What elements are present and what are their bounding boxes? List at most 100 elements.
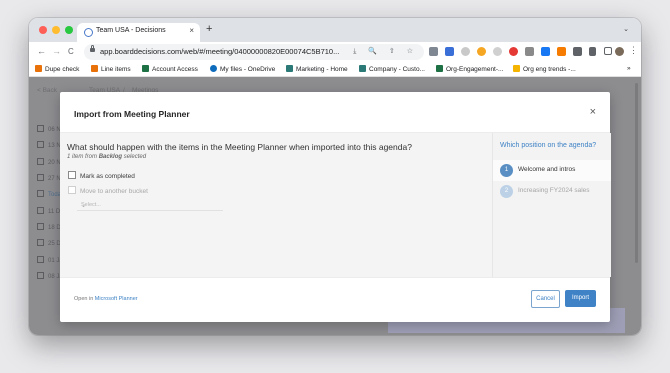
position-label: Welcome and intros — [518, 166, 576, 173]
extension-icon[interactable] — [509, 47, 518, 56]
puzzle-icon[interactable] — [573, 47, 582, 56]
menu-icon[interactable]: ⋮ — [629, 45, 638, 56]
meeting-date: Toda — [37, 190, 61, 198]
meeting-date-label: 25 D — [48, 241, 61, 247]
omnibox-action-icons[interactable]: ⤓ 🔍 ⇧ ☆ — [353, 47, 418, 56]
selection-count: 1 item from — [67, 154, 98, 160]
tab-title: Team USA - Decisions — [96, 27, 166, 34]
selection-summary: 1 item from Backlog selected — [67, 154, 146, 160]
bookmark-dupe-check[interactable]: Dupe check — [35, 65, 79, 73]
meeting-date: 11 D — [37, 207, 60, 215]
extension-icon[interactable] — [461, 47, 470, 56]
forward-icon[interactable]: → — [52, 46, 61, 57]
browser-toolbar: ← → C app.boarddecisions.com/web/#/meeti… — [29, 42, 641, 62]
tab-strip: Team USA - Decisions × + ⌄ — [29, 18, 641, 42]
bookmark-icon — [35, 65, 42, 72]
selection-suffix: selected — [123, 154, 147, 160]
lock-icon[interactable] — [90, 45, 95, 52]
import-dialog: Import from Meeting Planner × What shoul… — [60, 92, 611, 322]
calendar-icon — [37, 272, 44, 279]
bookmark-onedrive[interactable]: My files - OneDrive — [210, 65, 275, 73]
browser-window: Team USA - Decisions × + ⌄ ← → C app.boa… — [29, 18, 641, 335]
agenda-position-item[interactable]: 2 Increasing FY2024 sales — [493, 181, 611, 202]
reload-icon[interactable]: C — [68, 46, 74, 57]
calendar-icon — [37, 125, 44, 132]
calendar-icon — [37, 239, 44, 246]
extension-icon[interactable] — [445, 47, 454, 56]
bookmark-marketing[interactable]: Marketing - Home — [286, 65, 348, 73]
position-label: Increasing FY2024 sales — [518, 187, 590, 194]
mark-completed-option[interactable]: Mark as completed — [68, 171, 135, 180]
zoom-window-button[interactable] — [65, 26, 73, 34]
agenda-position-pane: Which position on the agenda? 1 Welcome … — [492, 133, 611, 277]
extension-icon[interactable] — [477, 47, 486, 56]
position-number: 2 — [500, 185, 513, 198]
tab-close-icon[interactable]: × — [189, 26, 194, 35]
open-in-planner: Open in Microsoft Planner — [74, 296, 138, 302]
bookmark-company[interactable]: Company - Custo... — [359, 65, 425, 73]
microsoft-planner-link[interactable]: Microsoft Planner — [95, 296, 138, 302]
meeting-date-label: 27 N — [48, 176, 61, 182]
cancel-button[interactable]: Cancel — [531, 290, 560, 308]
meeting-date: 08 Ja — [37, 272, 63, 280]
minimize-window-button[interactable] — [52, 26, 60, 34]
sidepanel-icon[interactable] — [604, 47, 612, 55]
import-question: What should happen with the items in the… — [67, 142, 412, 152]
move-bucket-label: Move to another bucket — [80, 188, 148, 195]
camera-icon[interactable] — [525, 47, 534, 56]
browser-tab[interactable]: Team USA - Decisions × — [77, 23, 200, 42]
back-link: < Back — [37, 87, 58, 94]
meeting-date: 25 D — [37, 239, 61, 247]
open-in-prefix: Open in — [74, 296, 94, 302]
position-heading: Which position on the agenda? — [500, 142, 597, 149]
close-window-button[interactable] — [39, 26, 47, 34]
bookmark-line-items[interactable]: Line items — [91, 65, 131, 73]
bookmark-icon — [142, 65, 149, 72]
url-text[interactable]: app.boarddecisions.com/web/#/meeting/040… — [100, 47, 339, 56]
calendar-icon — [37, 190, 44, 197]
calendar-icon — [37, 174, 44, 181]
meeting-date: 20 N — [37, 158, 61, 166]
move-bucket-checkbox[interactable] — [68, 186, 76, 194]
page-scrollbar — [635, 83, 638, 263]
bookmark-label: Org-Engagement-... — [446, 66, 504, 73]
bucket-select[interactable]: Select... ⌄ — [77, 199, 223, 211]
meeting-date-label: 06 N — [48, 127, 61, 133]
avatar[interactable] — [615, 47, 624, 56]
bookmark-org-engagement[interactable]: Org-Engagement-... — [436, 65, 503, 73]
meeting-date: 18 D — [37, 223, 61, 231]
meeting-date: 06 N — [37, 125, 61, 133]
chevron-down-icon: ⌄ — [81, 203, 87, 209]
back-icon[interactable]: ← — [37, 46, 46, 57]
bookmark-icon — [436, 65, 443, 72]
bookmarks-bar: Dupe check Line items Account Access My … — [29, 62, 641, 77]
tab-search-icon[interactable]: ⌄ — [623, 25, 629, 33]
bookmark-label: Marketing - Home — [296, 66, 348, 73]
download-icon[interactable] — [589, 47, 596, 56]
bookmark-icon — [513, 65, 520, 72]
new-tab-button[interactable]: + — [206, 24, 212, 35]
mark-completed-checkbox[interactable] — [68, 171, 76, 179]
selection-source: Backlog — [98, 154, 123, 160]
calendar-icon — [37, 141, 44, 148]
extension-icon[interactable] — [429, 47, 438, 56]
bookmark-icon — [91, 65, 98, 72]
bookmark-label: My files - OneDrive — [220, 66, 276, 73]
bookmark-account-access[interactable]: Account Access — [142, 65, 198, 73]
bookmarks-overflow-icon[interactable]: » — [627, 65, 631, 72]
mark-completed-label: Mark as completed — [80, 173, 135, 180]
move-bucket-option[interactable]: Move to another bucket — [68, 186, 148, 195]
cloud-icon — [210, 65, 217, 72]
bookmark-org-eng-trends[interactable]: Org eng trends -... — [513, 65, 576, 73]
extension-icon[interactable] — [541, 47, 550, 56]
close-icon[interactable]: × — [590, 106, 596, 118]
meeting-date-label: 13 N — [48, 143, 61, 149]
address-bar[interactable]: app.boarddecisions.com/web/#/meeting/040… — [84, 44, 424, 60]
import-button[interactable]: Import — [565, 290, 596, 307]
extension-icon[interactable] — [493, 47, 502, 56]
extension-icon[interactable] — [557, 47, 566, 56]
dialog-title: Import from Meeting Planner — [74, 109, 190, 119]
agenda-position-item[interactable]: 1 Welcome and intros — [493, 160, 611, 181]
meeting-date-label: 20 N — [48, 160, 61, 166]
bookmark-label: Account Access — [152, 66, 198, 73]
